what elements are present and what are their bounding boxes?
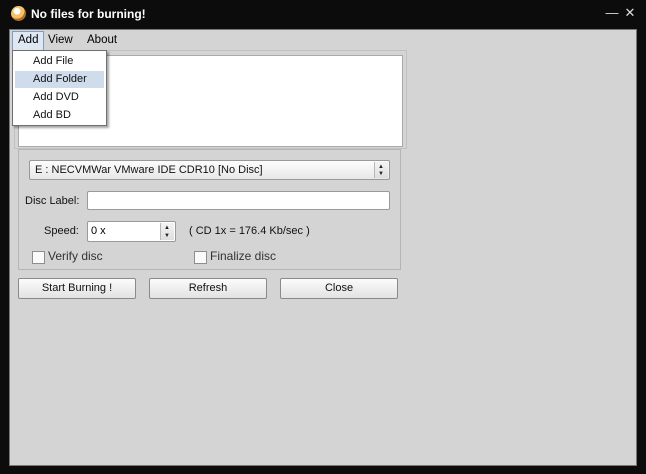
drive-select-arrows[interactable]: ▲ ▼ [374,162,388,178]
burn-settings-panel: E : NECVMWar VMware IDE CDR10 [No Disc] … [18,149,401,270]
drive-select-value: E : NECVMWar VMware IDE CDR10 [No Disc] [35,164,263,176]
verify-disc-checkbox[interactable] [32,251,45,264]
window-title: No files for burning! [31,7,146,21]
speed-label: Speed: [44,225,79,237]
add-menu-dropdown: Add File Add Folder Add DVD Add BD [12,50,107,126]
refresh-button[interactable]: Refresh [149,278,267,299]
close-window-button[interactable]: ✕ [620,3,640,23]
verify-disc-label: Verify disc [48,249,103,263]
menu-about[interactable]: About [82,31,122,49]
disc-label-input[interactable] [87,191,390,210]
speed-select[interactable]: 0 x ▲ ▼ [87,221,176,242]
chevron-down-icon: ▼ [164,233,170,239]
speed-note: ( CD 1x = 176.4 Kb/sec ) [189,225,310,237]
menu-add-folder[interactable]: Add Folder [15,71,104,88]
disc-label-label: Disc Label: [25,195,80,207]
client-area: Add View About Add File Add Folder Add D… [9,29,637,466]
menu-view[interactable]: View [43,31,78,49]
finalize-disc-checkbox[interactable] [194,251,207,264]
menu-add-bd[interactable]: Add BD [15,107,104,124]
menu-add[interactable]: Add [12,31,45,51]
menu-add-file[interactable]: Add File [15,53,104,70]
chevron-down-icon: ▼ [378,171,384,177]
start-burning-button[interactable]: Start Burning ! [18,278,136,299]
menu-add-dvd[interactable]: Add DVD [15,89,104,106]
drive-select[interactable]: E : NECVMWar VMware IDE CDR10 [No Disc] … [29,160,390,180]
finalize-disc-label: Finalize disc [210,249,277,263]
close-button[interactable]: Close [280,278,398,299]
app-window: No files for burning! — ✕ Add View About… [0,0,646,474]
menu-bar: Add View About [10,30,636,51]
minimize-button[interactable]: — [602,3,622,23]
app-icon [11,6,26,21]
title-bar: No files for burning! — ✕ [0,0,646,29]
speed-select-arrows[interactable]: ▲ ▼ [160,223,174,240]
chevron-up-icon: ▲ [164,225,170,231]
speed-value: 0 x [91,225,106,237]
chevron-up-icon: ▲ [378,164,384,170]
